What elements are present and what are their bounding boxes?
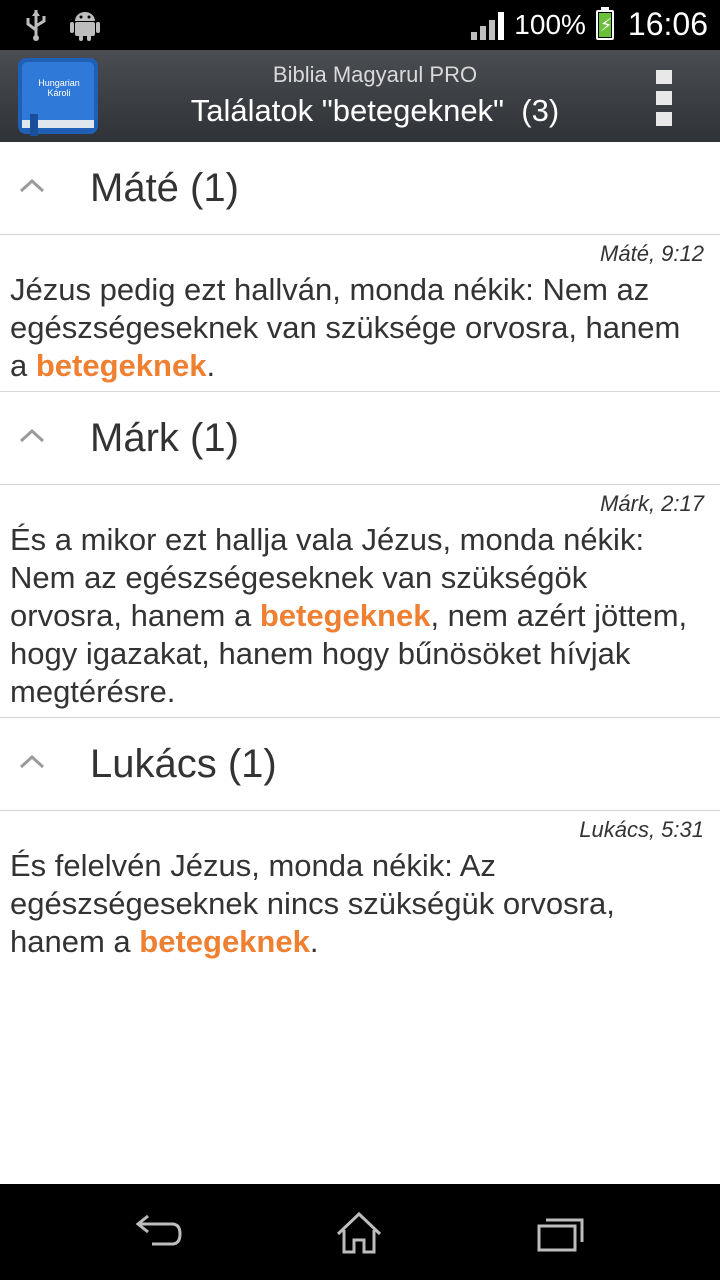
overflow-menu-icon[interactable] [656, 70, 672, 126]
chevron-up-icon [19, 754, 45, 769]
verse-item[interactable]: Lukács, 5:31 És felelvén Jézus, monda né… [0, 811, 720, 967]
verse-item[interactable]: Máté, 9:12 Jézus pedig ezt hallván, mond… [0, 235, 720, 392]
usb-icon [26, 10, 46, 41]
app-icon-label-1: Hungarian [38, 78, 80, 88]
group-header-mate[interactable]: Máté (1) [0, 142, 720, 235]
status-bar: 100% ⚡ 16:06 [0, 0, 720, 50]
app-name: Biblia Magyarul PRO [272, 62, 478, 87]
verse-text: És a mikor ezt hallja vala Jézus, monda … [10, 522, 688, 709]
verse-reference: Márk, 2:17 [600, 491, 704, 516]
battery-charging-icon: ⚡ [595, 6, 614, 40]
search-highlight: betegeknek [35, 348, 207, 383]
signal-icon [471, 10, 505, 40]
clock: 16:06 [627, 6, 708, 42]
back-icon[interactable] [134, 1210, 184, 1256]
chevron-up-icon [19, 428, 45, 443]
search-highlight: betegeknek [139, 924, 310, 959]
recent-apps-icon[interactable] [536, 1210, 586, 1256]
chevron-up-icon [19, 178, 45, 193]
group-title: Lukács (1) [90, 742, 277, 786]
group-title: Márk (1) [90, 416, 239, 460]
home-icon[interactable] [334, 1210, 384, 1256]
group-header-lukacs[interactable]: Lukács (1) [0, 718, 720, 811]
page-title: Találatok "betegeknek" (3) [190, 93, 560, 128]
android-debug-icon [70, 12, 100, 41]
navigation-bar [0, 1184, 720, 1280]
verse-item[interactable]: Márk, 2:17 És a mikor ezt hallja vala Jé… [0, 485, 720, 718]
app-icon[interactable]: Hungarian Károli [16, 54, 102, 138]
group-header-mark[interactable]: Márk (1) [0, 392, 720, 485]
app-icon-label-2: Károli [47, 88, 70, 98]
battery-percent: 100% [514, 8, 586, 40]
action-bar: Hungarian Károli Biblia Magyarul PRO Tal… [0, 50, 720, 142]
search-results: Máté (1) Máté, 9:12 Jézus pedig ezt hall… [0, 142, 720, 967]
search-highlight: betegeknek [259, 598, 431, 633]
verse-text: És felelvén Jézus, monda nékik: Az egész… [10, 848, 615, 959]
verse-reference: Máté, 9:12 [600, 241, 704, 266]
verse-reference: Lukács, 5:31 [579, 817, 704, 842]
verse-text: Jézus pedig ezt hallván, monda nékik: Ne… [10, 272, 681, 383]
group-title: Máté (1) [90, 166, 239, 210]
